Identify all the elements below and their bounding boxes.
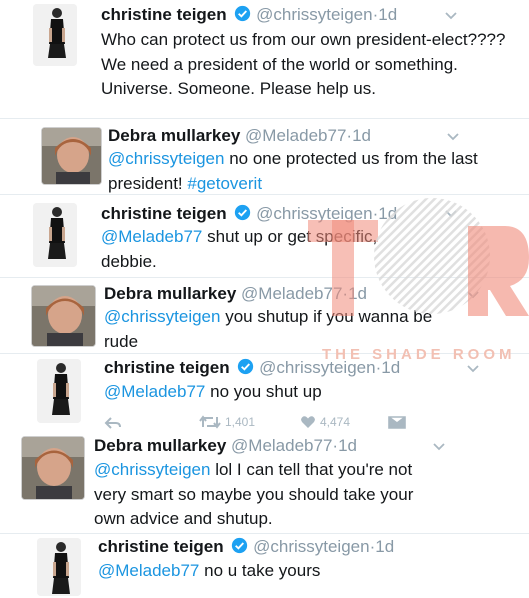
retweet-icon xyxy=(199,415,221,429)
chrissy-avatar-image xyxy=(33,4,77,66)
chevron-down-icon[interactable] xyxy=(444,207,458,221)
author-handle[interactable]: @chrissyteigen xyxy=(256,5,372,24)
author-name[interactable]: Debra mullarkey xyxy=(94,436,226,455)
debra-avatar-image xyxy=(42,128,101,184)
author-name[interactable]: christine teigen xyxy=(101,204,227,223)
author-handle[interactable]: @chrissyteigen xyxy=(256,204,372,223)
author-handle[interactable]: @Meladeb77 xyxy=(245,126,346,145)
timestamp[interactable]: 1d xyxy=(338,436,357,455)
debra-avatar-image xyxy=(22,437,84,499)
chevron-down-icon[interactable] xyxy=(432,440,446,454)
tweet-text-line-1: shut up or get specific, xyxy=(202,227,378,246)
author-handle[interactable]: @Meladeb77 xyxy=(231,436,332,455)
chrissy-avatar-image xyxy=(37,538,81,596)
avatar[interactable] xyxy=(33,203,77,267)
tweet-text-line-2: very smart so maybe you should take your xyxy=(94,484,414,504)
tweet-text: Who can protect us from our own presiden… xyxy=(101,30,506,98)
mention-link[interactable]: @chrissyteigen xyxy=(94,460,210,479)
like-button[interactable]: 4,474 xyxy=(300,415,350,429)
chevron-down-icon[interactable] xyxy=(466,362,480,376)
author-handle[interactable]: @chrissyteigen xyxy=(253,537,369,556)
message-icon xyxy=(388,416,406,429)
verified-badge-icon xyxy=(234,5,251,28)
retweet-count: 1,401 xyxy=(225,415,256,429)
chevron-down-icon[interactable] xyxy=(466,288,480,302)
divider xyxy=(0,118,529,119)
tweet-text: @Meladeb77 shut up or get specific, debb… xyxy=(101,225,511,274)
avatar[interactable] xyxy=(31,285,96,347)
chevron-down-icon[interactable] xyxy=(446,130,460,144)
verified-badge-icon xyxy=(237,358,254,381)
avatar[interactable] xyxy=(37,538,81,596)
debra-avatar-image xyxy=(32,286,95,346)
reply-button[interactable] xyxy=(104,416,122,430)
timestamp[interactable]: 1d xyxy=(378,5,397,24)
timestamp[interactable]: 1d xyxy=(375,537,394,556)
tweet-text-line-3: own advice and shutup. xyxy=(94,509,273,528)
author-name[interactable]: christine teigen xyxy=(104,358,230,377)
avatar[interactable] xyxy=(33,4,77,66)
mention-link[interactable]: @Meladeb77 xyxy=(101,227,202,246)
hashtag-link[interactable]: #getoverit xyxy=(187,174,262,193)
verified-badge-icon xyxy=(231,537,248,560)
verified-badge-icon xyxy=(234,204,251,227)
tweet-text: @Meladeb77 no you shut up xyxy=(104,380,514,405)
tweet-text-line-2: debbie. xyxy=(101,251,157,271)
tweet-text-content: no you shut up xyxy=(205,382,322,401)
author-handle[interactable]: @Meladeb77 xyxy=(241,284,342,303)
author-name[interactable]: Debra mullarkey xyxy=(108,126,240,145)
chrissy-avatar-image xyxy=(33,203,77,267)
message-button[interactable] xyxy=(388,415,406,429)
mention-link[interactable]: @chrissyteigen xyxy=(104,307,220,326)
tweet-text-content: no u take yours xyxy=(199,561,321,580)
mention-link[interactable]: @chrissyteigen xyxy=(108,149,224,168)
tweet-text: @chrissyteigen lol I can tell that you'r… xyxy=(94,458,524,532)
tweet-text: @chrissyteigen no one protected us from … xyxy=(108,147,508,196)
divider xyxy=(0,194,529,195)
avatar[interactable] xyxy=(21,436,85,500)
divider xyxy=(0,277,529,278)
timestamp[interactable]: 1d xyxy=(352,126,371,145)
tweet-actions: 1,401 4,474 xyxy=(0,413,529,433)
like-icon xyxy=(301,416,315,428)
avatar[interactable] xyxy=(41,127,102,185)
divider xyxy=(0,533,529,534)
timestamp[interactable]: 1d xyxy=(378,204,397,223)
mention-link[interactable]: @Meladeb77 xyxy=(104,382,205,401)
tweet-text-line-1: lol I can tell that you're not xyxy=(210,460,413,479)
author-name[interactable]: christine teigen xyxy=(98,537,224,556)
reply-icon xyxy=(104,417,121,429)
mention-link[interactable]: @Meladeb77 xyxy=(98,561,199,580)
watermark-text: THE SHADE ROOM xyxy=(322,346,516,363)
timestamp[interactable]: 1d xyxy=(348,284,367,303)
like-count: 4,474 xyxy=(320,415,351,429)
tweet-text: @Meladeb77 no u take yours xyxy=(98,559,508,584)
author-name[interactable]: christine teigen xyxy=(101,5,227,24)
chevron-down-icon[interactable] xyxy=(444,9,458,23)
retweet-button[interactable]: 1,401 xyxy=(199,415,255,429)
tweet-text-line-1: you shutup if you wanna be xyxy=(220,307,433,326)
author-name[interactable]: Debra mullarkey xyxy=(104,284,236,303)
